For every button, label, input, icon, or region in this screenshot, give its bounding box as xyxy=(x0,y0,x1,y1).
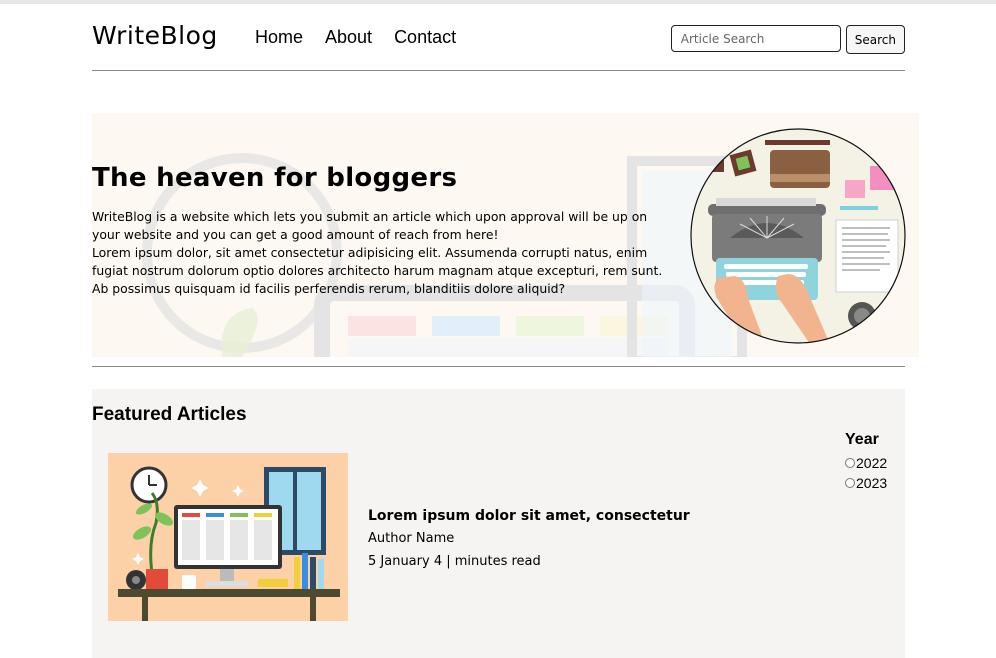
header-divider xyxy=(92,70,905,71)
search-form: Search xyxy=(670,25,905,54)
desk-illustration-icon[interactable] xyxy=(108,453,348,621)
year-option-2023[interactable]: 2023 xyxy=(845,473,887,493)
year-2023-label: 2023 xyxy=(856,475,888,491)
article-search-input[interactable] xyxy=(670,25,841,52)
year-2022-label: 2022 xyxy=(856,455,888,471)
hero-paragraph-2: Lorem ipsum dolor, sit amet consectetur … xyxy=(92,245,663,296)
year-option-2022[interactable]: 2022 xyxy=(845,453,887,473)
featured-title: Featured Articles xyxy=(92,404,247,425)
year-2022-radio[interactable] xyxy=(845,458,855,468)
featured-section: Featured Articles Lorem ipsum dolor sit … xyxy=(92,389,905,658)
article-author: Author Name xyxy=(368,531,455,546)
article-title[interactable]: Lorem ipsum dolor sit amet, consectetur xyxy=(368,508,690,524)
year-2023-radio[interactable] xyxy=(845,478,855,488)
nav-home-link[interactable]: Home xyxy=(255,27,303,48)
hero-divider xyxy=(92,366,905,367)
main-nav: Home About Contact xyxy=(255,27,456,48)
brand-logo[interactable]: WriteBlog xyxy=(92,21,218,50)
year-filter-title: Year xyxy=(845,431,879,448)
article-meta: 5 January 4 | minutes read xyxy=(368,554,541,569)
hero-paragraph-1: WriteBlog is a website which lets you su… xyxy=(92,209,648,242)
year-filter: Year 2022 2023 xyxy=(845,431,887,493)
hero-description: WriteBlog is a website which lets you su… xyxy=(92,208,677,298)
hero-title: The heaven for bloggers xyxy=(92,163,458,193)
site-header: WriteBlog Home About Contact Search xyxy=(92,16,905,70)
nav-about-link[interactable]: About xyxy=(325,27,372,48)
nav-contact-link[interactable]: Contact xyxy=(394,27,456,48)
browser-top-edge xyxy=(0,0,996,4)
search-button[interactable]: Search xyxy=(845,25,905,54)
typewriter-illustration-icon xyxy=(690,128,906,344)
